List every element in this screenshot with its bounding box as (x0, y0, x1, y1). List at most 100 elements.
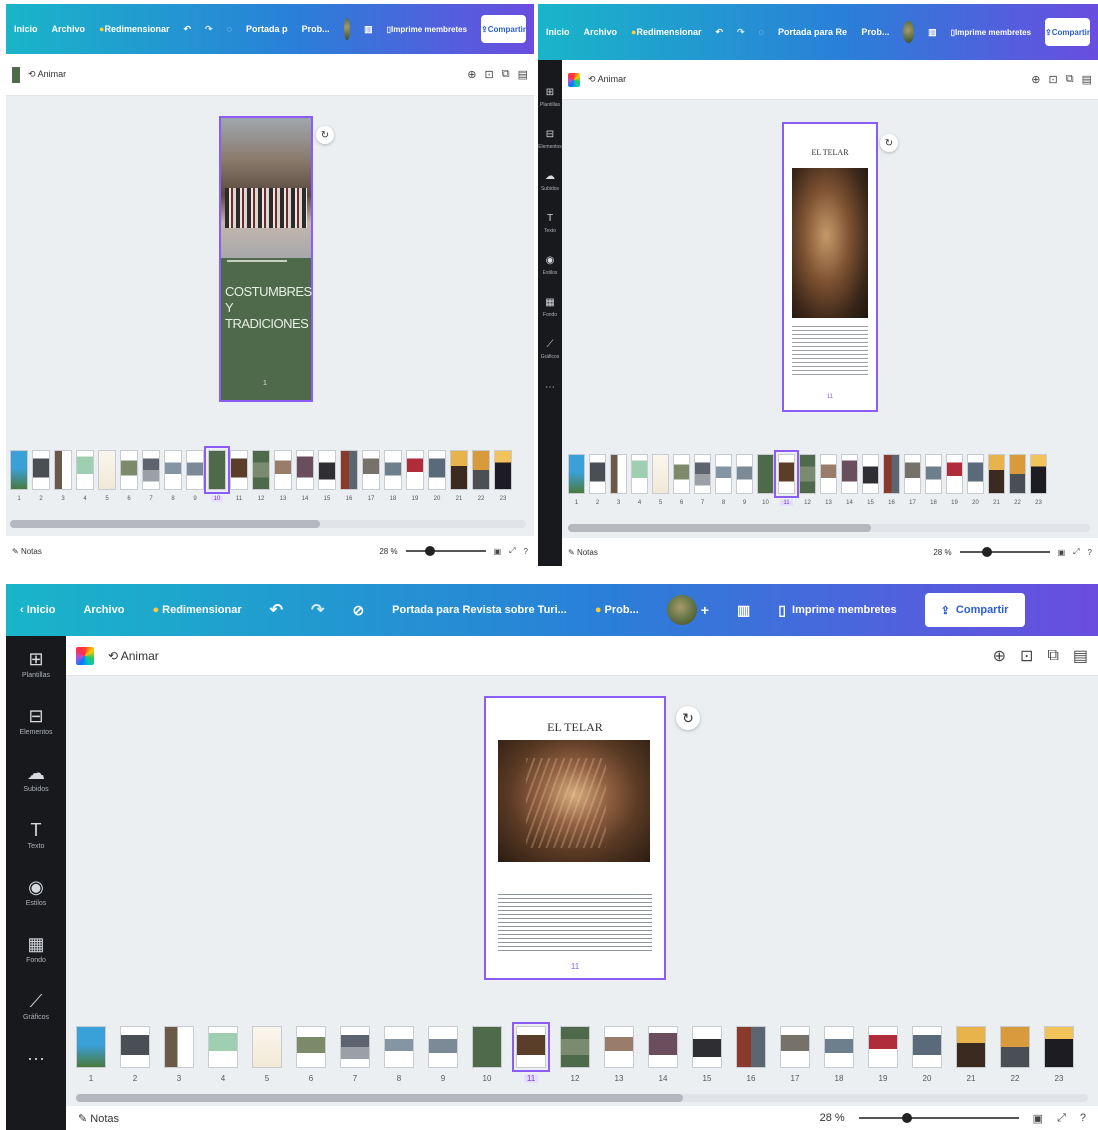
zoom-knob[interactable] (981, 547, 992, 557)
print-button[interactable]: ▯ Imprime membretes (387, 25, 467, 34)
zoom-slider[interactable] (959, 547, 1050, 557)
notes-button[interactable]: ✎ Notas (568, 548, 598, 557)
page-thumbnail-18[interactable]: 18 (824, 1026, 854, 1083)
redo-button[interactable]: ↷ (311, 600, 324, 620)
page-thumbnail-10[interactable]: 10 (472, 1026, 502, 1083)
document-title[interactable]: Portada para Revista sobre Turi... (778, 27, 847, 37)
page-thumbnail-1[interactable]: 1 (76, 1026, 106, 1083)
page-thumbnail-11[interactable]: 11 (512, 1022, 550, 1083)
help-icon[interactable]: ? (1088, 548, 1092, 557)
page-thumbnail-9[interactable]: 9 (428, 1026, 458, 1083)
page-thumbnail-8[interactable]: 8 (164, 450, 182, 502)
page-thumbnail-17[interactable]: 17 (780, 1026, 810, 1083)
page-thumbnail-13[interactable]: 13 (820, 454, 837, 506)
share-button[interactable]: ⇪ Compartir (924, 593, 1025, 627)
page-thumbnail-16[interactable]: 16 (736, 1026, 766, 1083)
page-thumbnail-12[interactable]: 12 (252, 450, 270, 502)
expand-icon[interactable]: ⤢ (1073, 547, 1079, 557)
regenerate-button[interactable]: ↻ (880, 134, 898, 152)
undo-button[interactable]: ↶ (716, 27, 724, 38)
page-thumbnail-10[interactable]: 10 (757, 454, 774, 506)
animate-button[interactable]: ⟲ Animar (108, 649, 159, 663)
page-thumbnail-6[interactable]: 6 (673, 454, 690, 506)
page-thumbnail-12[interactable]: 12 (560, 1026, 590, 1083)
animate-button[interactable]: ⟲ Animar (588, 74, 626, 85)
more-apps-icon[interactable]: ⋯ (27, 1049, 45, 1070)
page-thumbnail-7[interactable]: 7 (142, 450, 160, 502)
duplicate-page-icon[interactable]: ⊡ (485, 68, 494, 81)
expand-icon[interactable]: ⤢ (1057, 1112, 1066, 1125)
page-thumbnail-8[interactable]: 8 (715, 454, 732, 506)
resize-button[interactable]: ● Redimensionar (152, 604, 241, 616)
duplicate-page-icon[interactable]: ⊡ (1020, 646, 1033, 666)
page-thumbnail-14[interactable]: 14 (648, 1026, 678, 1083)
color-picker[interactable] (568, 72, 580, 87)
page-thumbnail-11[interactable]: 11 (774, 450, 799, 506)
file-menu[interactable]: Archivo (584, 27, 618, 37)
home-link[interactable]: Inicio (14, 24, 38, 34)
page-thumbnail-20[interactable]: 20 (912, 1026, 942, 1083)
share-button[interactable]: ⇪ Compartir (481, 15, 526, 43)
design-page-telar[interactable]: EL TELAR 11 (484, 696, 666, 980)
redo-button[interactable]: ↷ (737, 27, 745, 38)
regenerate-button[interactable]: ↻ (676, 706, 700, 730)
sidebar-item-elementos[interactable]: ⊟ Elementos (19, 707, 52, 736)
sidebar-item-elementos[interactable]: ⊟ Elementos (538, 130, 562, 151)
sidebar-item-texto[interactable]: T Texto (28, 821, 45, 850)
user-avatar[interactable] (666, 595, 697, 625)
trash-icon[interactable]: ▤ (1082, 73, 1092, 86)
help-icon[interactable]: ? (1080, 1112, 1086, 1124)
help-icon[interactable]: ? (524, 547, 528, 556)
duplicate-page-icon[interactable]: ⊡ (1049, 73, 1058, 86)
pro-button[interactable]: ● Prob... (595, 604, 639, 616)
regenerate-button[interactable]: ↻ (316, 126, 334, 144)
zoom-knob[interactable] (424, 546, 435, 556)
scrollbar-thumb[interactable] (76, 1094, 684, 1102)
color-swatch[interactable] (12, 66, 20, 83)
sidebar-item-texto[interactable]: T Texto (544, 214, 556, 235)
sidebar-item-gráficos[interactable]: ⟋ Gráficos (541, 340, 560, 361)
resize-button[interactable]: ● Redimensionar (99, 24, 169, 34)
sidebar-item-subidos[interactable]: ☁ Subidos (23, 764, 48, 793)
analytics-icon[interactable]: ▥ (928, 27, 937, 38)
design-page-telar[interactable]: EL TELAR 11 (782, 122, 878, 412)
page-thumbnail-3[interactable]: 3 (164, 1026, 194, 1083)
analytics-icon[interactable]: ▥ (364, 24, 373, 35)
file-menu[interactable]: Archivo (83, 604, 124, 616)
page-thumbnail-16[interactable]: 16 (883, 454, 900, 506)
page-thumbnail-9[interactable]: 9 (186, 450, 204, 502)
sidebar-item-estilos[interactable]: ◉ Estilos (543, 256, 558, 277)
sidebar-item-estilos[interactable]: ◉ Estilos (26, 878, 47, 907)
page-thumbnail-14[interactable]: 14 (841, 454, 858, 506)
page-thumbnail-6[interactable]: 6 (296, 1026, 326, 1083)
lock-icon[interactable]: ⊕ (467, 68, 476, 81)
page-thumbnail-21[interactable]: 21 (988, 454, 1005, 506)
page-thumbnail-4[interactable]: 4 (631, 454, 648, 506)
sidebar-item-gráficos[interactable]: ⟋ Gráficos (23, 992, 49, 1021)
thumbnail-scrollbar[interactable] (10, 520, 526, 528)
sidebar-item-fondo[interactable]: ▦ Fondo (26, 935, 46, 964)
zoom-value[interactable]: 28 % (933, 548, 951, 557)
analytics-icon[interactable]: ▥ (737, 602, 750, 619)
page-thumbnail-2[interactable]: 2 (32, 450, 50, 502)
zoom-slider[interactable] (405, 546, 486, 556)
page-thumbnail-7[interactable]: 7 (340, 1026, 370, 1083)
page-thumbnail-7[interactable]: 7 (694, 454, 711, 506)
scrollbar-thumb[interactable] (568, 524, 871, 532)
document-title[interactable]: Portada para Revista sobre Turi... (392, 604, 567, 616)
page-thumbnail-19[interactable]: 19 (868, 1026, 898, 1083)
animate-button[interactable]: ⟲ Animar (28, 69, 66, 80)
user-avatar[interactable] (903, 21, 915, 43)
home-link[interactable]: Inicio (546, 27, 570, 37)
copy-icon[interactable]: ⧉ (1066, 73, 1074, 86)
page-thumbnail-1[interactable]: 1 (568, 454, 585, 506)
page-thumbnail-3[interactable]: 3 (54, 450, 72, 502)
thumbnail-scrollbar[interactable] (568, 524, 1090, 532)
scrollbar-thumb[interactable] (10, 520, 320, 528)
page-thumbnail-5[interactable]: 5 (652, 454, 669, 506)
add-collaborator-icon[interactable]: + (701, 602, 709, 618)
more-apps-icon[interactable]: ⋯ (545, 382, 555, 393)
page-thumbnail-15[interactable]: 15 (318, 450, 336, 502)
page-thumbnail-23[interactable]: 23 (494, 450, 512, 502)
document-title[interactable]: Portada para Revista sobre Turi... (246, 24, 288, 34)
